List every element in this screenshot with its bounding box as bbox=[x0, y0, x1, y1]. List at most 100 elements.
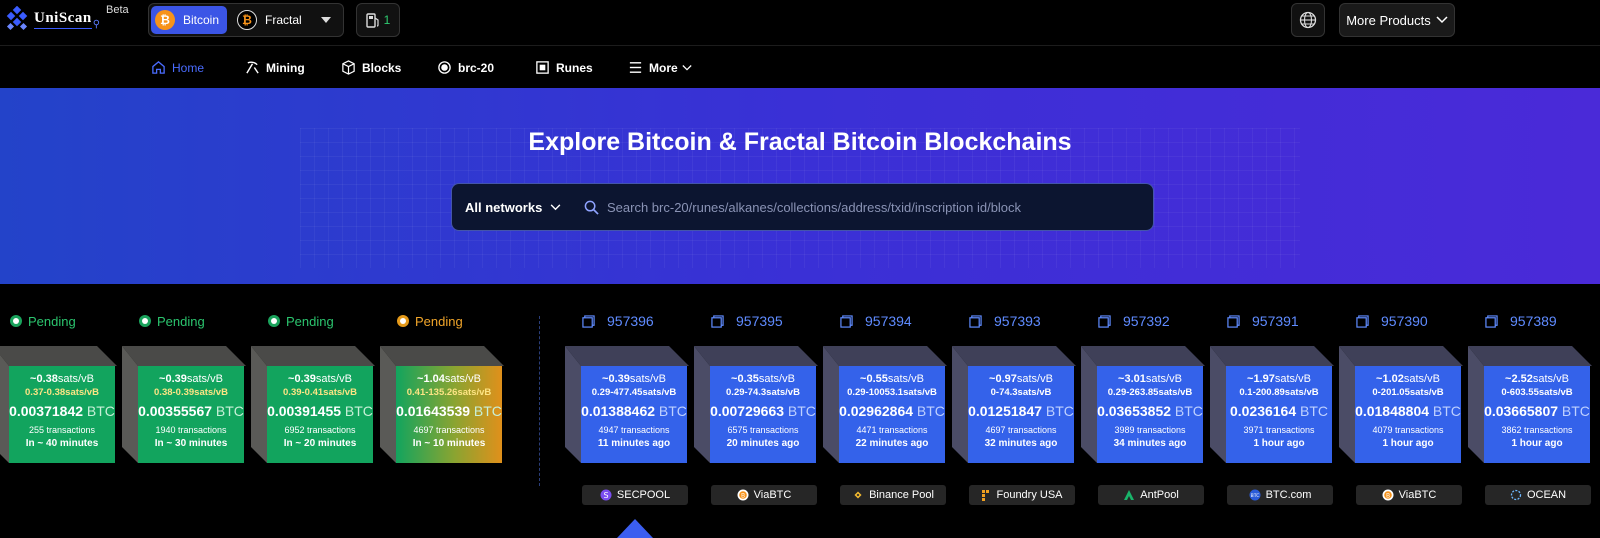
total-fees-value: 0.00391455 bbox=[267, 403, 342, 419]
total-fees-value: 0.01388462 bbox=[581, 403, 656, 419]
globe-icon bbox=[1299, 11, 1317, 29]
mined-block[interactable]: 957394 ~0.55sats/vB 0.29-10053.1sats/vB 0.0… bbox=[823, 284, 955, 538]
blocks-strip: Pending ~0.38sats/vB 0.37-0.38sats/vB 0.003… bbox=[0, 284, 1600, 538]
mining-pool-badge[interactable]: AntPool bbox=[1098, 485, 1204, 505]
block-height-link[interactable]: 957396 bbox=[582, 313, 654, 329]
median-fee-value: ~2.52 bbox=[1505, 373, 1533, 385]
median-fee-unit: sats/vB bbox=[1532, 373, 1569, 385]
median-fee-value: ~0.39 bbox=[288, 373, 316, 385]
main-nav: Home Mining Blocks brc-20 Runes More bbox=[0, 47, 1600, 88]
nav-item-brc20[interactable]: brc-20 bbox=[437, 47, 494, 88]
btccom-icon: BTC bbox=[1249, 489, 1261, 501]
network-fractal-button[interactable]: ₿ Fractal bbox=[233, 6, 310, 34]
nav-label-brc20: brc-20 bbox=[458, 60, 495, 75]
tx-count: 6952 transactions bbox=[284, 425, 356, 435]
logo[interactable]: UniScan ⚲ bbox=[4, 6, 100, 32]
tx-count: 6575 transactions bbox=[727, 425, 799, 435]
block-age: 1 hour ago bbox=[1511, 438, 1563, 449]
mining-pool-badge[interactable]: S SECPOOL bbox=[582, 485, 688, 505]
mined-block[interactable]: 957391 ~1.97sats/vB 0.1-200.89sats/vB 0.023… bbox=[1210, 284, 1342, 538]
median-fee-unit: sats/vB bbox=[186, 373, 223, 385]
block-eta: In ~ 20 minutes bbox=[283, 438, 357, 449]
pending-block[interactable]: Pending ~1.04sats/vB 0.41-135.26sats/vB 0.0… bbox=[380, 284, 512, 538]
menu-icon bbox=[629, 62, 642, 73]
fee-range: 0.38-0.39sats/vB bbox=[154, 387, 228, 398]
language-button[interactable] bbox=[1291, 3, 1325, 37]
pending-block[interactable]: Pending ~0.39sats/vB 0.38-0.39sats/vB 0.003… bbox=[122, 284, 254, 538]
median-fee-value: ~0.55 bbox=[860, 373, 888, 385]
nav-item-mining[interactable]: Mining bbox=[245, 47, 305, 88]
mining-pool-name: Foundry USA bbox=[996, 489, 1063, 501]
nav-item-more[interactable]: More bbox=[628, 47, 692, 88]
mined-block[interactable]: 957389 ~2.52sats/vB 0-603.55sats/vB 0.03665… bbox=[1468, 284, 1600, 538]
block-age: 34 minutes ago bbox=[1113, 438, 1187, 449]
mining-pool-badge[interactable]: Foundry USA bbox=[969, 485, 1075, 505]
chevron-down-icon bbox=[682, 64, 692, 71]
total-fees-unit: BTC bbox=[473, 403, 502, 419]
block-height-link[interactable]: 957395 bbox=[711, 313, 783, 329]
block-height: 957390 bbox=[1381, 313, 1428, 329]
beta-label: Beta bbox=[106, 4, 129, 16]
logo-search-icon: ⚲ bbox=[92, 18, 101, 30]
network-switcher[interactable]: ₿ Bitcoin ₿ Fractal bbox=[148, 3, 344, 37]
pending-block[interactable]: Pending ~0.39sats/vB 0.39-0.41sats/vB 0.003… bbox=[251, 284, 383, 538]
foundry-icon bbox=[981, 489, 991, 501]
mining-pool-badge[interactable]: B ViaBTC bbox=[711, 485, 817, 505]
total-fees-value: 0.01848804 bbox=[1355, 403, 1430, 419]
chevron-down-icon bbox=[550, 203, 561, 210]
tx-count: 4947 transactions bbox=[598, 425, 670, 435]
median-fee: ~3.01sats/vB bbox=[1097, 373, 1203, 385]
page-title: Explore Bitcoin & Fractal Bitcoin Blockc… bbox=[528, 128, 1072, 156]
block-cube-top bbox=[0, 346, 117, 366]
fee-range: 0.29-263.85sats/vB bbox=[1107, 387, 1193, 398]
mined-block[interactable]: 957393 ~0.97sats/vB 0-74.3sats/vB 0.0125184… bbox=[952, 284, 1084, 538]
nav-item-blocks[interactable]: Blocks bbox=[341, 47, 401, 88]
nav-label-runes: Runes bbox=[556, 60, 593, 75]
more-products-button[interactable]: More Products bbox=[1339, 3, 1455, 37]
block-face: ~0.97sats/vB 0-74.3sats/vB 0.01251847 BTC 4… bbox=[968, 366, 1074, 463]
median-fee-value: ~3.01 bbox=[1118, 373, 1146, 385]
svg-text:BTC: BTC bbox=[1250, 493, 1259, 499]
mining-pool-badge[interactable]: BTC BTC.com bbox=[1227, 485, 1333, 505]
median-fee: ~1.97sats/vB bbox=[1226, 373, 1332, 385]
fee-range: 0-201.05sats/vB bbox=[1372, 387, 1444, 398]
mining-pool-badge[interactable]: Binance Pool bbox=[840, 485, 946, 505]
block-height-link[interactable]: 957393 bbox=[969, 313, 1041, 329]
nav-item-runes[interactable]: Runes bbox=[535, 47, 593, 88]
total-fees-unit: BTC bbox=[658, 403, 687, 419]
search-bar: All networks bbox=[451, 183, 1154, 231]
network-select[interactable]: All networks bbox=[452, 200, 574, 215]
block-face: ~1.02sats/vB 0-201.05sats/vB 0.01848804 BT… bbox=[1355, 366, 1461, 463]
total-fees-unit: BTC bbox=[787, 403, 816, 419]
pending-status: Pending bbox=[268, 313, 334, 329]
mined-block[interactable]: 957395 ~0.35sats/vB 0.29-74.3sats/vB 0.0072… bbox=[694, 284, 826, 538]
search-input[interactable] bbox=[607, 199, 1127, 215]
block-eta: In ~ 30 minutes bbox=[154, 438, 228, 449]
cube-icon bbox=[1485, 314, 1498, 328]
block-height-link[interactable]: 957391 bbox=[1227, 313, 1299, 329]
mined-block[interactable]: 957390 ~1.02sats/vB 0-201.05sats/vB 0.01848… bbox=[1339, 284, 1471, 538]
pending-block[interactable]: Pending ~0.38sats/vB 0.37-0.38sats/vB 0.003… bbox=[0, 284, 125, 538]
block-height-link[interactable]: 957394 bbox=[840, 313, 912, 329]
block-height-link[interactable]: 957389 bbox=[1485, 313, 1557, 329]
block-height-link[interactable]: 957392 bbox=[1098, 313, 1170, 329]
pending-dot-icon bbox=[10, 315, 22, 327]
total-fees-value: 0.00355567 bbox=[138, 403, 213, 419]
total-fees: 0.01643539 BTC bbox=[396, 403, 502, 419]
chevron-down-icon[interactable] bbox=[321, 17, 331, 23]
block-height: 957391 bbox=[1252, 313, 1299, 329]
gas-fee-button[interactable]: 1 bbox=[356, 3, 400, 37]
mining-pool-name: ViaBTC bbox=[1398, 489, 1437, 501]
fee-range: 0.29-477.45sats/vB bbox=[591, 387, 677, 398]
nav-item-home[interactable]: Home bbox=[151, 47, 204, 88]
logo-icon bbox=[6, 6, 28, 31]
network-bitcoin-button[interactable]: ₿ Bitcoin bbox=[151, 6, 228, 34]
mining-pool-badge[interactable]: B ViaBTC bbox=[1356, 485, 1462, 505]
mined-block[interactable]: 957396 ~0.39sats/vB 0.29-477.45sats/vB 0.01… bbox=[565, 284, 697, 538]
cube-icon bbox=[1356, 314, 1369, 328]
median-fee-value: ~0.39 bbox=[159, 373, 187, 385]
mined-block[interactable]: 957392 ~3.01sats/vB 0.29-263.85sats/vB 0.03… bbox=[1081, 284, 1213, 538]
mining-pool-badge[interactable]: OCEAN bbox=[1485, 485, 1591, 505]
block-height-link[interactable]: 957390 bbox=[1356, 313, 1428, 329]
fee-range: 0.37-0.38sats/vB bbox=[25, 387, 99, 398]
